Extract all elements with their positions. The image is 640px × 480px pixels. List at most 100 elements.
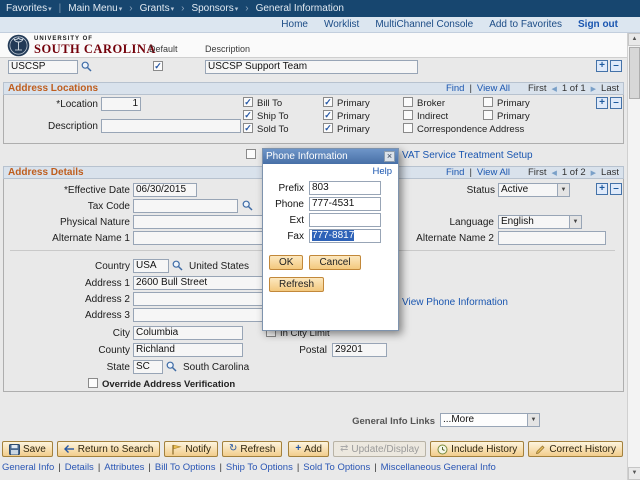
scroll-up-icon[interactable]: ▲ — [628, 33, 640, 46]
last-label[interactable]: Last — [601, 167, 619, 178]
ship-to-checkbox[interactable]: ✓ — [243, 110, 253, 120]
scroll-down-icon[interactable]: ▼ — [628, 467, 640, 480]
dropdown-arrow-icon[interactable]: ▼ — [569, 216, 581, 228]
multichannel-console-link[interactable]: MultiChannel Console — [375, 19, 473, 30]
sponsor-description-field[interactable]: USCSP Support Team — [205, 60, 418, 74]
ship-primary-checkbox[interactable]: ✓ — [323, 110, 333, 120]
location-field[interactable]: 1 — [101, 97, 141, 111]
breadcrumb-sponsors[interactable]: Sponsors ▾ — [191, 3, 238, 14]
fax-field[interactable]: 777-8817 — [309, 229, 381, 243]
previous-row-icon[interactable]: ◀ — [551, 85, 556, 93]
country-field[interactable]: USA — [133, 259, 169, 273]
tax-code-field[interactable] — [133, 199, 238, 213]
lookup-magnifier-icon[interactable] — [81, 61, 92, 72]
breadcrumb-chevron-icon: › — [129, 3, 133, 14]
dropdown-arrow-icon[interactable]: ▼ — [527, 414, 539, 426]
footer-link-details[interactable]: Details — [65, 462, 94, 473]
effective-date-field[interactable]: 06/30/2015 — [133, 183, 197, 197]
add-row-button[interactable]: + — [596, 97, 608, 109]
main-menu[interactable]: Main Menu ▾ — [68, 3, 122, 14]
last-label[interactable]: Last — [601, 83, 619, 94]
bill-primary-checkbox[interactable]: ✓ — [323, 97, 333, 107]
find-link[interactable]: Find — [446, 83, 464, 94]
ship-to-label: Ship To — [257, 111, 289, 122]
indirect-checkbox[interactable] — [403, 110, 413, 120]
save-button[interactable]: Save — [2, 441, 53, 457]
ext-field[interactable] — [309, 213, 381, 227]
return-to-search-button[interactable]: Return to Search — [56, 441, 161, 457]
find-link[interactable]: Find — [446, 167, 464, 178]
add-to-favorites-link[interactable]: Add to Favorites — [489, 19, 562, 30]
include-history-button[interactable]: Include History — [430, 441, 525, 457]
sign-out-link[interactable]: Sign out — [578, 19, 618, 30]
sponsor-default-checkbox[interactable]: ✓ — [153, 61, 163, 71]
lookup-magnifier-icon[interactable] — [172, 260, 183, 271]
sold-to-checkbox[interactable]: ✓ — [243, 123, 253, 133]
phone-label: Phone — [275, 198, 304, 210]
vat-checkbox[interactable] — [246, 149, 256, 159]
notify-button[interactable]: Notify — [164, 441, 218, 457]
delete-row-button[interactable]: – — [610, 183, 622, 195]
previous-row-icon[interactable]: ◀ — [551, 169, 556, 177]
status-dropdown[interactable]: Active ▼ — [498, 183, 570, 197]
home-link[interactable]: Home — [281, 19, 308, 30]
view-phone-information-link[interactable]: View Phone Information — [402, 297, 508, 308]
close-icon[interactable]: × — [384, 151, 395, 162]
view-all-link[interactable]: View All — [477, 83, 510, 94]
alternate-name1-field[interactable] — [133, 231, 283, 245]
lookup-magnifier-icon[interactable] — [242, 200, 253, 211]
alternate-name2-field[interactable] — [498, 231, 606, 245]
modal-refresh-button[interactable]: Refresh — [269, 277, 325, 292]
footer-link-ship-to-options[interactable]: Ship To Options — [226, 462, 293, 473]
dialog-titlebar[interactable]: Phone Information × — [263, 149, 398, 164]
footer-link-bill-to-options[interactable]: Bill To Options — [155, 462, 216, 473]
phone-field[interactable]: 777-4531 — [309, 197, 381, 211]
prefix-field[interactable]: 803 — [309, 181, 381, 195]
broker-checkbox[interactable] — [403, 97, 413, 107]
help-link[interactable]: Help — [372, 166, 392, 177]
county-field[interactable]: Richland — [133, 343, 243, 357]
footer-link-general-info[interactable]: General Info — [2, 462, 54, 473]
worklist-link[interactable]: Worklist — [324, 19, 359, 30]
sold-primary-checkbox[interactable]: ✓ — [323, 123, 333, 133]
city-field[interactable]: Columbia — [133, 326, 243, 340]
delete-row-button[interactable]: – — [610, 97, 622, 109]
language-dropdown[interactable]: English ▼ — [498, 215, 582, 229]
separator: | — [148, 462, 151, 473]
first-label[interactable]: First — [528, 167, 546, 178]
footer-link-miscellaneous-general-info[interactable]: Miscellaneous General Info — [381, 462, 496, 473]
add-row-button[interactable]: + — [596, 183, 608, 195]
ok-button[interactable]: OK — [269, 255, 304, 270]
lookup-magnifier-icon[interactable] — [166, 361, 177, 372]
next-row-icon[interactable]: ▶ — [591, 85, 596, 93]
indirect-primary-checkbox[interactable] — [483, 110, 493, 120]
general-info-links-dropdown[interactable]: ...More ▼ — [440, 413, 540, 427]
prefix-value: 803 — [312, 182, 329, 193]
footer-link-attributes[interactable]: Attributes — [104, 462, 144, 473]
first-label[interactable]: First — [528, 83, 546, 94]
next-row-icon[interactable]: ▶ — [591, 169, 596, 177]
sponsor-id-field[interactable]: USCSP — [8, 60, 78, 74]
breadcrumb-general-information[interactable]: General Information — [256, 3, 344, 14]
correct-history-button[interactable]: Correct History — [528, 441, 623, 457]
footer-link-sold-to-options[interactable]: Sold To Options — [303, 462, 370, 473]
scrollbar-thumb[interactable] — [629, 47, 640, 99]
vat-service-treatment-setup-link[interactable]: VAT Service Treatment Setup — [402, 150, 533, 161]
dropdown-arrow-icon[interactable]: ▼ — [557, 184, 569, 196]
bill-to-checkbox[interactable]: ✓ — [243, 97, 253, 107]
favorites-menu[interactable]: Favorites ▾ — [6, 3, 52, 14]
postal-field[interactable]: 29201 — [332, 343, 387, 357]
add-button[interactable]: + Add — [288, 441, 329, 457]
cancel-button[interactable]: Cancel — [309, 255, 361, 270]
description-field[interactable] — [101, 119, 241, 133]
add-row-button[interactable]: + — [596, 60, 608, 72]
delete-row-button[interactable]: – — [610, 60, 622, 72]
state-field[interactable]: SC — [133, 360, 163, 374]
correspondence-address-checkbox[interactable] — [403, 123, 413, 133]
override-address-verification-checkbox[interactable] — [88, 378, 98, 388]
vertical-scrollbar[interactable]: ▲ ▼ — [627, 33, 640, 480]
broker-primary-checkbox[interactable] — [483, 97, 493, 107]
view-all-link[interactable]: View All — [477, 167, 510, 178]
breadcrumb-grants[interactable]: Grants ▾ — [140, 3, 175, 14]
refresh-button[interactable]: ↻ Refresh — [221, 441, 283, 457]
